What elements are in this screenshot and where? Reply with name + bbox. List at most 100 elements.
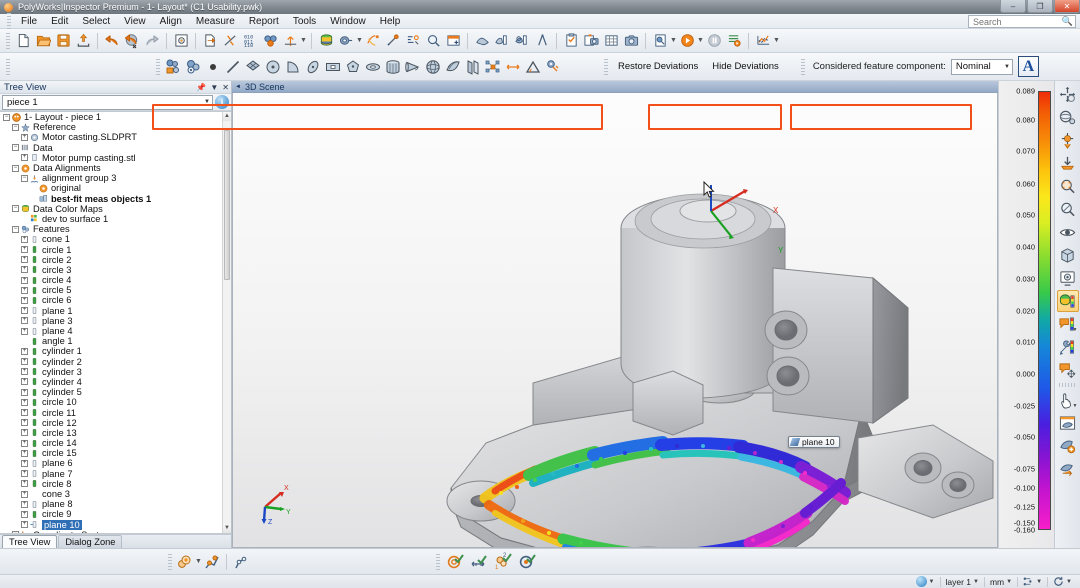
zoom-fit-icon[interactable] <box>1057 198 1079 220</box>
surface-icon[interactable] <box>472 31 492 51</box>
redo-icon[interactable] <box>142 31 162 51</box>
tree-node-circle-14[interactable]: + circle 14 <box>0 438 231 448</box>
tree-node-motor-pump-casting-stl[interactable]: + Motor pump casting.stl <box>0 153 231 163</box>
save-icon[interactable] <box>53 31 73 51</box>
status-points[interactable]: ▼ <box>1021 576 1044 587</box>
collapse-toggle-icon[interactable]: − <box>11 205 20 213</box>
axis-gizmo[interactable]: X Y Z <box>251 481 297 525</box>
expand-toggle-icon[interactable]: + <box>20 133 29 141</box>
considered-component-select[interactable]: Nominal ▼ <box>950 58 1013 75</box>
chevron-down-icon[interactable]: ▼ <box>973 579 979 585</box>
expand-toggle-icon[interactable]: + <box>20 510 29 518</box>
ellipse-icon[interactable] <box>303 57 323 77</box>
tab-tree-view[interactable]: Tree View <box>2 535 58 548</box>
tree-node-cylinder-2[interactable]: + cylinder 2 <box>0 357 231 367</box>
play-icon[interactable] <box>677 31 697 51</box>
collapse-toggle-icon[interactable]: − <box>11 123 20 131</box>
expand-toggle-icon[interactable]: + <box>20 256 29 264</box>
menu-item-measure[interactable]: Measure <box>189 15 242 28</box>
3d-scene-viewport[interactable]: X Y plane 10 X Y Z <box>232 93 998 548</box>
menu-item-file[interactable]: File <box>14 15 44 28</box>
polygon-icon[interactable] <box>343 57 363 77</box>
angle-icon[interactable] <box>523 57 543 77</box>
expand-toggle-icon[interactable]: + <box>20 419 29 427</box>
tree-node-plane-4[interactable]: + plane 4 <box>0 326 231 336</box>
scan-icon[interactable] <box>336 31 356 51</box>
probe-icon[interactable] <box>383 31 403 51</box>
point-icon[interactable] <box>203 57 223 77</box>
tree-panel-caption-buttons[interactable]: 📌 ▼ ✕ <box>196 81 229 94</box>
grid-table-icon[interactable] <box>601 31 621 51</box>
report-icon[interactable] <box>561 31 581 51</box>
chevron-down-icon[interactable]: ▼ <box>1036 579 1042 585</box>
menu-item-window[interactable]: Window <box>323 15 373 28</box>
status-refresh[interactable]: ▼ <box>1051 576 1074 587</box>
export-icon[interactable] <box>73 31 93 51</box>
tree-node-cylinder-4[interactable]: + cylinder 4 <box>0 377 231 387</box>
tree-node-angle-1[interactable]: angle 1 <box>0 336 231 346</box>
circle-icon[interactable] <box>263 57 283 77</box>
expand-toggle-icon[interactable]: + <box>20 347 29 355</box>
open-folder-icon[interactable] <box>33 31 53 51</box>
chevron-left-icon[interactable]: ◄ <box>235 84 241 90</box>
expand-toggle-icon[interactable]: + <box>20 317 29 325</box>
select-window-icon[interactable] <box>1057 412 1079 434</box>
feature-control-icon[interactable] <box>543 57 563 77</box>
graph-dropdown-caret[interactable]: ▼ <box>773 31 780 51</box>
scroll-down-arrow[interactable]: ▼ <box>223 524 231 533</box>
menu-item-align[interactable]: Align <box>153 15 189 28</box>
tree-node-data-alignments[interactable]: − Data Alignments <box>0 163 231 173</box>
project-settings-icon[interactable] <box>171 31 191 51</box>
oval-slot-icon[interactable] <box>363 57 383 77</box>
pin-icon[interactable]: 📌 <box>196 83 206 92</box>
tree-node-motor-casting-sldprt[interactable]: + Motor casting.SLDPRT <box>0 132 231 142</box>
tab-dialog-zone[interactable]: Dialog Zone <box>58 535 123 548</box>
view-visibility-icon[interactable] <box>1057 221 1079 243</box>
move-annotation-icon[interactable] <box>1057 359 1079 381</box>
flush-gap-icon[interactable] <box>463 57 483 77</box>
plane-icon[interactable] <box>243 57 263 77</box>
expand-toggle-icon[interactable]: + <box>20 470 29 478</box>
tree-scrollbar[interactable]: ▲ ▼ <box>222 112 231 533</box>
snapshot-add-icon[interactable] <box>581 31 601 51</box>
hide-deviations-button[interactable]: Hide Deviations <box>705 58 786 75</box>
sphere-icon[interactable] <box>423 57 443 77</box>
tree-node-cone-3[interactable]: + cone 3 <box>0 489 231 499</box>
collapse-toggle-icon[interactable]: − <box>11 164 20 172</box>
select-subtract-icon[interactable] <box>1057 458 1079 480</box>
expand-toggle-icon[interactable]: + <box>20 459 29 467</box>
search-icon[interactable]: 🔍 <box>1062 16 1073 27</box>
expand-toggle-icon[interactable]: + <box>20 358 29 366</box>
plane-10-label-chip[interactable]: plane 10 <box>788 436 840 448</box>
play-dropdown-caret[interactable]: ▼ <box>697 31 704 51</box>
transform-icon[interactable] <box>363 31 383 51</box>
expand-toggle-icon[interactable]: + <box>20 296 29 304</box>
close-button[interactable]: ✕ <box>1054 0 1080 13</box>
color-map-display-icon[interactable] <box>1056 290 1079 312</box>
color-scale-bar[interactable] <box>1038 91 1051 530</box>
chevron-down-icon[interactable]: ▼ <box>1073 403 1078 409</box>
measure-guided-check-icon[interactable] <box>515 552 539 572</box>
tree-node-data-color-maps[interactable]: − Data Color Maps <box>0 204 231 214</box>
tree-node-circle-9[interactable]: + circle 9 <box>0 509 231 519</box>
chevron-down-icon[interactable]: ▼ <box>929 579 935 585</box>
device-arm-icon[interactable] <box>231 552 251 572</box>
expand-toggle-icon[interactable]: + <box>20 307 29 315</box>
tree-node-cone-1[interactable]: + cone 1 <box>0 234 231 244</box>
expand-toggle-icon[interactable]: + <box>20 480 29 488</box>
tree-node-circle-6[interactable]: + circle 6 <box>0 295 231 305</box>
graph-icon[interactable] <box>753 31 773 51</box>
distance-icon[interactable] <box>503 57 523 77</box>
undo-icon[interactable] <box>102 31 122 51</box>
close-icon[interactable]: ✕ <box>222 83 229 92</box>
expand-toggle-icon[interactable]: + <box>20 154 29 162</box>
sequence-icon[interactable] <box>724 31 744 51</box>
maximize-button[interactable]: ❐ <box>1027 0 1053 13</box>
tree-node-plane-1[interactable]: + plane 1 <box>0 306 231 316</box>
collapse-toggle-icon[interactable]: − <box>11 144 20 152</box>
cut-plane-icon[interactable] <box>220 31 240 51</box>
cloud-points-icon[interactable] <box>260 31 280 51</box>
chevron-down-icon[interactable]: ▼ <box>210 83 218 92</box>
expand-toggle-icon[interactable]: + <box>20 286 29 294</box>
piece-selector[interactable]: piece 1 ▼ <box>2 94 213 110</box>
